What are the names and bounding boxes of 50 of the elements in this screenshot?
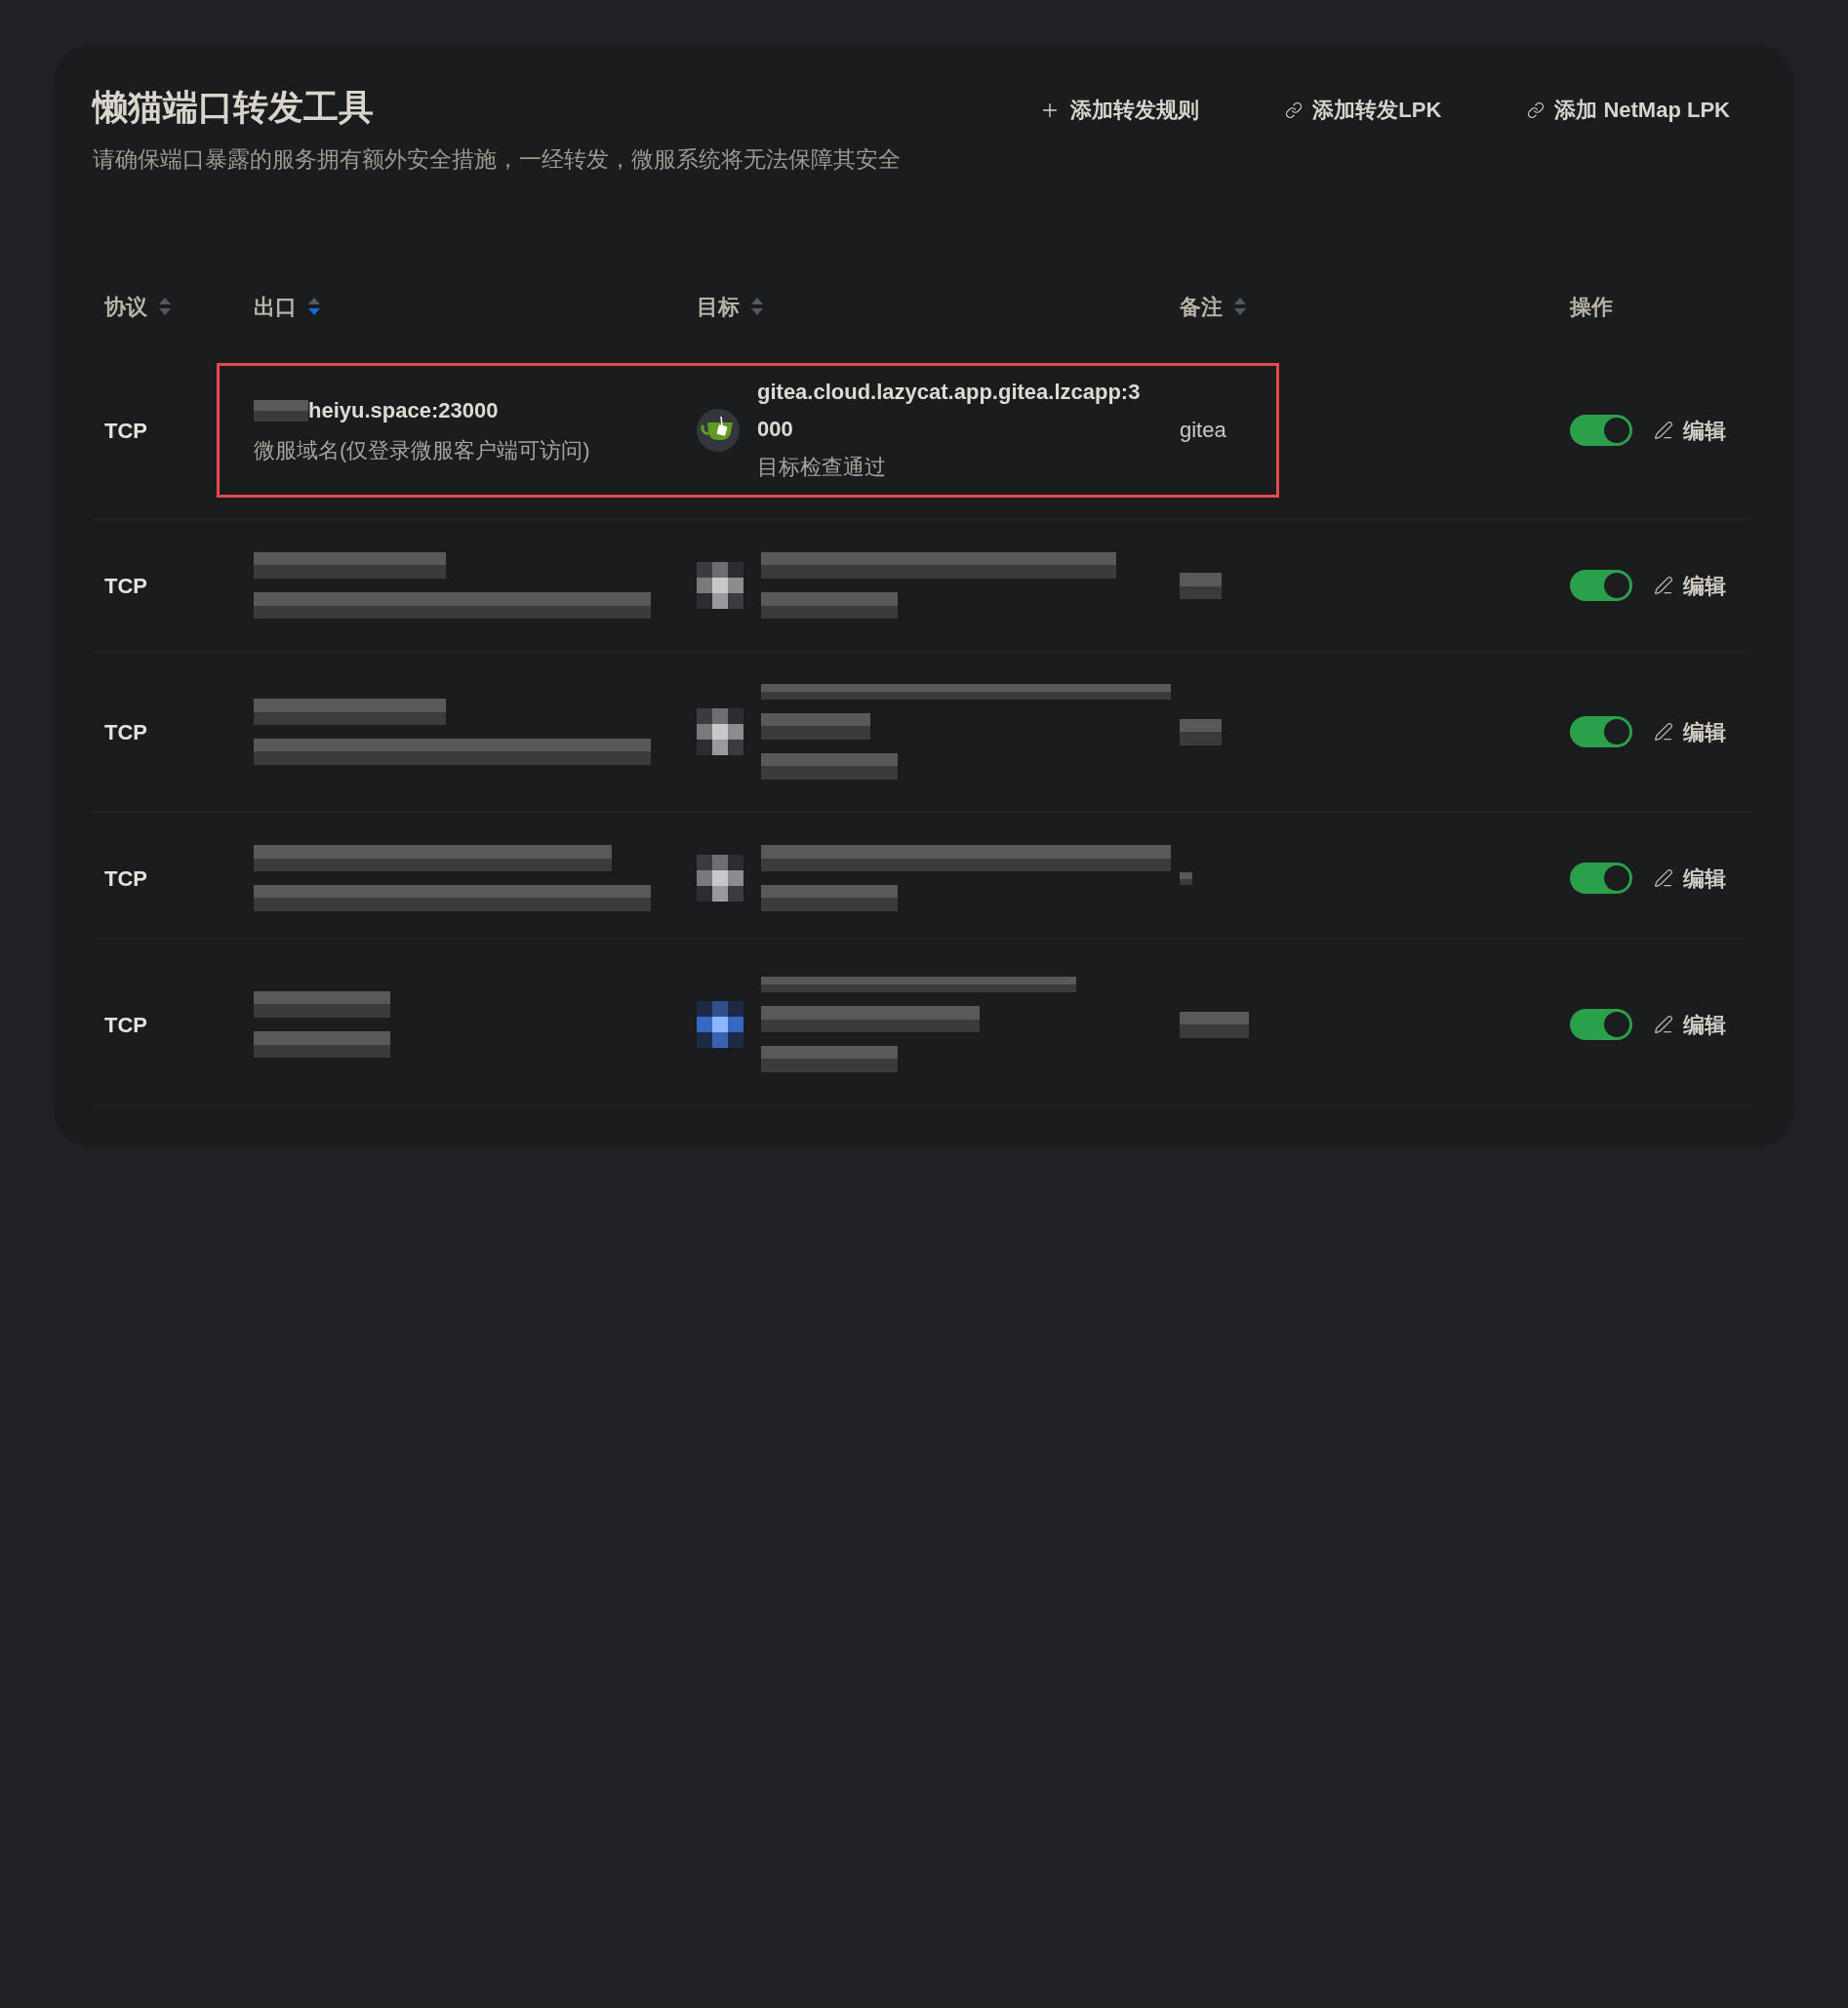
column-header[interactable]: 协议: [104, 290, 171, 323]
note-text: gitea: [1180, 418, 1226, 442]
target-address: gitea.cloud.lazycat.app.gitea.lzcapp:3000: [757, 379, 1142, 443]
pixelated-icon: [697, 1001, 743, 1048]
pixelated-text-block: [1180, 1011, 1249, 1038]
pencil-icon: [1654, 576, 1673, 595]
link-icon: [1527, 101, 1546, 119]
sort-icon[interactable]: [1234, 298, 1246, 315]
protocol-text: TCP: [104, 865, 147, 891]
column-header[interactable]: 备注: [1180, 290, 1246, 323]
column-header[interactable]: 出口: [254, 290, 320, 323]
add-package-button[interactable]: 添加 NetMap LPK: [1506, 88, 1751, 133]
column-header[interactable]: 目标: [697, 290, 763, 323]
pixelated-icon: [697, 708, 743, 755]
add-rule-button[interactable]: 添加转发规则: [1018, 88, 1222, 133]
pencil-icon: [1654, 722, 1673, 742]
edit-button[interactable]: 编辑: [1654, 414, 1726, 447]
edit-button[interactable]: 编辑: [1654, 1008, 1726, 1041]
pixelated-text-block: [1180, 871, 1192, 885]
link-icon: [1285, 101, 1304, 119]
pixelated-text-block: [1180, 718, 1222, 745]
toggle-switch[interactable]: [1570, 1009, 1632, 1040]
pencil-icon: [1654, 1015, 1673, 1034]
pixelated-icon: [697, 855, 743, 902]
protocol-text: TCP: [104, 1012, 147, 1037]
protocol-text: TCP: [104, 719, 147, 744]
exit-address: heiyu.space:23000: [308, 396, 499, 424]
protocol-text: TCP: [104, 573, 147, 598]
teacup-icon: [697, 409, 740, 452]
sort-icon[interactable]: [308, 298, 320, 315]
sort-icon[interactable]: [751, 298, 763, 315]
column-header: 操作: [1570, 294, 1613, 319]
toggle-switch[interactable]: [1570, 863, 1632, 894]
toggle-switch[interactable]: [1570, 570, 1632, 601]
edit-button[interactable]: 编辑: [1654, 715, 1726, 748]
target-status: 目标检查通过: [757, 454, 887, 481]
pencil-icon: [1654, 421, 1673, 440]
edit-button[interactable]: 编辑: [1654, 862, 1726, 895]
exit-scope-text: 微服域名(仅登录微服客户端可访问): [254, 436, 591, 464]
pixelated-icon: [697, 562, 743, 609]
add-package-button[interactable]: 添加转发LPK: [1264, 88, 1464, 133]
page-title: 懒猫端口转发工具: [93, 86, 375, 129]
pixelated-text-block: [1180, 572, 1222, 599]
pencil-icon: [1654, 868, 1673, 888]
sort-icon[interactable]: [159, 298, 171, 315]
edit-button[interactable]: 编辑: [1654, 569, 1726, 602]
protocol-text: TCP: [104, 418, 147, 443]
toggle-switch[interactable]: [1570, 415, 1632, 446]
page-subtitle: 请确保端口暴露的服务拥有额外安全措施，一经转发，微服系统将无法保障其安全: [93, 145, 901, 174]
toggle-switch[interactable]: [1570, 716, 1632, 747]
